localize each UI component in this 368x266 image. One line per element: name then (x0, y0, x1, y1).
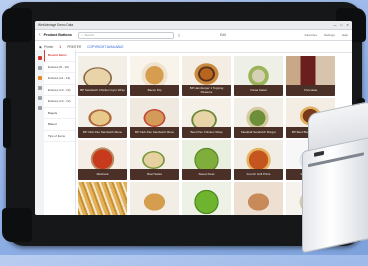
list-icon[interactable] (37, 76, 42, 80)
product-tile[interactable]: Pasta Salad (234, 56, 283, 96)
product-label: Beef Salsa (130, 169, 179, 180)
product-tile[interactable]: BP Club Pan Sandwich Menu (78, 98, 127, 138)
category-item[interactable]: Entrées (13 - 12) (44, 85, 75, 96)
product-label: BP Sandwich Chicken Gyro Wrap (78, 85, 127, 96)
product-label: Meatball Sandwich Burger (234, 127, 283, 138)
printer-selector[interactable]: ▣ Printer (39, 45, 53, 49)
case-bumper (2, 208, 32, 242)
product-tile[interactable] (182, 182, 231, 215)
printer-status: PRINTER (67, 44, 82, 49)
help-button[interactable]: Help (342, 33, 348, 37)
product-label: BP Hamburger 1 Topping Pleasure (182, 85, 231, 96)
filter-icon[interactable]: ≡ (178, 33, 180, 38)
back-arrow-icon[interactable]: ‹ (39, 32, 41, 38)
copyright-link[interactable]: COPYRIGHT AVAILABLE (87, 45, 123, 49)
minimize-button[interactable]: — (333, 23, 336, 27)
header-tools: Favorites Settings Help (305, 33, 348, 37)
page-title: Product Buttons (43, 33, 72, 37)
product-tile[interactable]: Marinara (78, 140, 127, 180)
product-label: Sweet Peas (182, 169, 231, 180)
product-label: Chocolate (286, 85, 335, 96)
category-item[interactable]: Recent Items (44, 50, 75, 62)
window-titlebar: WebVantage Demo Data — □ ✕ (35, 21, 352, 30)
edit-label[interactable]: Edit (220, 33, 226, 37)
product-tile[interactable]: Meatball Sandwich Burger (234, 98, 283, 138)
product-label: Marinara (78, 169, 127, 180)
product-label: Bacon Dip (130, 85, 179, 96)
product-tile[interactable]: BP Sandwich Chicken Gyro Wrap (78, 56, 127, 96)
category-item[interactable]: Entrées (8 - 10) (44, 62, 75, 73)
category-item[interactable]: Tips of Items (44, 131, 75, 142)
category-list: Recent Items Entrées (8 - 10) Entrées (1… (44, 50, 76, 215)
maximize-button[interactable]: □ (340, 23, 342, 27)
close-button[interactable]: ✕ (346, 23, 349, 27)
product-tile[interactable]: BP Club Pan Sandwich Menu (130, 98, 179, 138)
case-bumper (2, 8, 32, 42)
product-tile[interactable]: Beef Salsa (130, 140, 179, 180)
printer-icon: ▣ (39, 44, 43, 49)
print-icon[interactable] (37, 96, 42, 100)
product-tile[interactable]: Chocolate (286, 56, 335, 96)
print-count-badge: 1 (59, 44, 62, 49)
food-photo (234, 182, 283, 215)
product-label: French Grill Pizza (234, 169, 283, 180)
food-photo (130, 182, 179, 215)
product-label: BP Club Pan Sandwich Menu (78, 127, 127, 138)
food-photo (78, 182, 127, 215)
search-placeholder: Search (84, 33, 95, 37)
clock-icon[interactable] (37, 86, 42, 90)
app-header: ‹ Product Buttons ⌕ Search ≡ Edit Favori… (35, 30, 352, 41)
category-item[interactable]: Baked (44, 119, 75, 131)
settings-button[interactable]: Settings (324, 33, 335, 37)
product-tile[interactable]: BP Hamburger 1 Topping Pleasure (182, 56, 231, 96)
product-tile[interactable] (130, 182, 179, 215)
product-label: Beef Pan Chicken Wrap (182, 127, 231, 138)
favorites-button[interactable]: Favorites (305, 33, 317, 37)
category-item[interactable]: Bagels (44, 108, 75, 119)
category-item[interactable]: Entrées (11 - 12) (44, 73, 75, 85)
case-side-grip (3, 98, 11, 148)
tag-icon[interactable] (37, 66, 42, 70)
product-tile[interactable]: Beef Pan Chicken Wrap (182, 98, 231, 138)
window-title: WebVantage Demo Data (38, 23, 74, 27)
product-tile[interactable]: Sweet Peas (182, 140, 231, 180)
gear-icon[interactable] (37, 106, 42, 110)
food-photo (182, 182, 231, 215)
product-label: BP Club Pan Sandwich Menu (130, 127, 179, 138)
window-controls: — □ ✕ (333, 23, 349, 27)
home-icon[interactable] (37, 56, 42, 60)
product-tile[interactable] (78, 182, 127, 215)
printer-label: Printer (44, 44, 54, 49)
product-label: Pasta Salad (234, 85, 283, 96)
category-item[interactable]: Entrées (14 - 12) (44, 96, 75, 108)
search-icon: ⌕ (80, 33, 83, 37)
product-tile[interactable] (234, 182, 283, 215)
product-tile[interactable]: French Grill Pizza (234, 140, 283, 180)
search-input[interactable]: ⌕ Search (77, 31, 174, 39)
label-printer (300, 100, 368, 266)
product-tile[interactable]: Bacon Dip (130, 56, 179, 96)
